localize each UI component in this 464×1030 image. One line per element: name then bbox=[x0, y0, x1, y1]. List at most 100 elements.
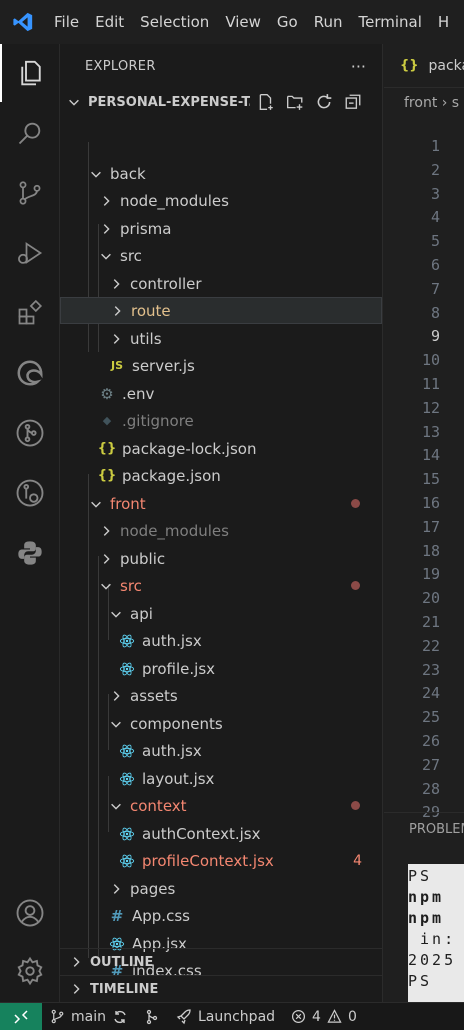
menu-terminal[interactable]: Terminal bbox=[351, 0, 430, 44]
json-file-icon: {} bbox=[97, 468, 117, 483]
tree-item-label: .gitignore bbox=[122, 411, 194, 430]
chevron-right-icon bbox=[98, 524, 114, 538]
collapse-all-icon[interactable] bbox=[341, 90, 365, 114]
activity-bar bbox=[0, 44, 60, 1002]
chevron-right-icon bbox=[68, 982, 84, 996]
chevron-down-icon bbox=[108, 799, 124, 813]
folder-item-back[interactable]: back bbox=[60, 160, 382, 187]
outline-label: OUTLINE bbox=[90, 954, 154, 970]
react-file-icon bbox=[118, 826, 136, 842]
line-number: 10 bbox=[421, 351, 440, 370]
git-graph-icon[interactable] bbox=[0, 404, 60, 462]
explorer-icon[interactable] bbox=[0, 44, 60, 102]
menu-go[interactable]: Go bbox=[269, 0, 306, 44]
folder-item-components[interactable]: components bbox=[60, 710, 382, 737]
terminal-line: PS bbox=[408, 972, 445, 990]
folder-item-utils[interactable]: utils bbox=[60, 325, 382, 352]
folder-item-node-modules[interactable]: node_modules bbox=[60, 517, 382, 544]
line-number: 6 bbox=[430, 256, 440, 274]
problem-count-badge: 4 bbox=[353, 852, 362, 869]
remote-indicator[interactable] bbox=[0, 1002, 42, 1030]
tree-item-label: pages bbox=[130, 879, 176, 898]
chevron-down-icon bbox=[66, 95, 82, 109]
more-actions-icon[interactable]: ··· bbox=[351, 57, 366, 76]
extensions-icon[interactable] bbox=[0, 284, 60, 342]
file-item-layout-jsx[interactable]: layout.jsx bbox=[60, 765, 382, 792]
branch-icon bbox=[51, 1009, 64, 1024]
file-item-auth-jsx[interactable]: auth.jsx bbox=[60, 737, 382, 764]
file-item-authcontext-jsx[interactable]: authContext.jsx bbox=[60, 820, 382, 847]
new-folder-icon[interactable] bbox=[283, 90, 307, 114]
tree-item-label: server.js bbox=[132, 356, 195, 375]
modified-dot-icon bbox=[351, 499, 360, 508]
refresh-icon[interactable] bbox=[312, 90, 336, 114]
file-item-server-js[interactable]: JS server.js bbox=[60, 352, 382, 379]
file-item-package-lock-json[interactable]: {} package-lock.json bbox=[60, 435, 382, 462]
folder-item-context[interactable]: context bbox=[60, 792, 382, 819]
chevron-right-icon bbox=[108, 689, 124, 703]
launchpad-button[interactable]: Launchpad bbox=[168, 1009, 283, 1025]
breadcrumb[interactable]: front › s bbox=[384, 88, 464, 118]
terminal-output[interactable]: PS npm npm in: 2025 PS bbox=[408, 864, 464, 1002]
python-icon[interactable] bbox=[0, 524, 60, 582]
workspace-root[interactable]: PERSONAL-EXPENSE-T... bbox=[60, 88, 382, 116]
new-file-icon[interactable] bbox=[254, 90, 278, 114]
file-item-gitignore[interactable]: ◆ .gitignore bbox=[60, 407, 382, 434]
vscode-logo-icon[interactable] bbox=[0, 0, 46, 44]
folder-item-src[interactable]: src bbox=[60, 572, 382, 599]
source-control-icon[interactable] bbox=[0, 164, 60, 222]
file-item-auth-jsx[interactable]: auth.jsx bbox=[60, 627, 382, 654]
file-item-app-css[interactable]: # App.css bbox=[60, 902, 382, 929]
folder-item-api[interactable]: api bbox=[60, 600, 382, 627]
folder-item-controller[interactable]: controller bbox=[60, 270, 382, 297]
problems-indicator[interactable]: 4 0 bbox=[283, 1009, 365, 1025]
folder-item-public[interactable]: public bbox=[60, 545, 382, 572]
chevron-down-icon bbox=[88, 167, 104, 181]
problems-tab[interactable]: PROBLEM bbox=[409, 822, 464, 837]
react-file-icon bbox=[118, 661, 136, 677]
menu-selection[interactable]: Selection bbox=[132, 0, 217, 44]
chevron-right-icon bbox=[98, 194, 114, 208]
error-count: 4 bbox=[312, 1008, 321, 1025]
react-file-icon bbox=[118, 853, 136, 869]
folder-item-front[interactable]: front bbox=[60, 490, 382, 517]
settings-icon[interactable] bbox=[0, 942, 60, 1000]
git-graph-status[interactable] bbox=[136, 1009, 168, 1025]
menu-edit[interactable]: Edit bbox=[87, 0, 132, 44]
line-number: 22 bbox=[421, 636, 440, 655]
css-file-icon: # bbox=[110, 906, 124, 925]
menu-help[interactable]: H bbox=[430, 0, 457, 44]
chevron-right-icon bbox=[108, 882, 124, 896]
editor-tab[interactable]: {} packa bbox=[384, 44, 464, 88]
run-debug-icon[interactable] bbox=[0, 224, 60, 282]
folder-item-assets[interactable]: assets bbox=[60, 682, 382, 709]
git-graph-status-icon bbox=[146, 1009, 158, 1024]
sync-icon[interactable] bbox=[112, 1009, 128, 1025]
file-item-profilecontext-jsx[interactable]: profileContext.jsx 4 bbox=[60, 847, 382, 874]
folder-item-pages[interactable]: pages bbox=[60, 875, 382, 902]
line-number: 18 bbox=[421, 541, 440, 560]
timeline-section[interactable]: TIMELINE bbox=[60, 975, 382, 1002]
folder-item-route[interactable]: route bbox=[60, 297, 382, 324]
branch-indicator[interactable]: main bbox=[42, 1009, 136, 1025]
folder-item-node-modules[interactable]: node_modules bbox=[60, 187, 382, 214]
menu-file[interactable]: File bbox=[46, 0, 87, 44]
tree-item-label: layout.jsx bbox=[142, 769, 215, 788]
folder-item-prisma[interactable]: prisma bbox=[60, 215, 382, 242]
menu-view[interactable]: View bbox=[217, 0, 269, 44]
account-icon[interactable] bbox=[0, 884, 60, 942]
edge-icon[interactable] bbox=[0, 344, 60, 402]
tree-item-label: .env bbox=[122, 384, 155, 403]
file-item-package-json[interactable]: {} package.json bbox=[60, 462, 382, 489]
menu-run[interactable]: Run bbox=[306, 0, 351, 44]
folder-item-src[interactable]: src bbox=[60, 242, 382, 269]
chevron-down-icon bbox=[98, 249, 114, 263]
search-icon[interactable] bbox=[0, 104, 60, 162]
panel-divider[interactable] bbox=[384, 812, 464, 813]
file-item-profile-jsx[interactable]: profile.jsx bbox=[60, 655, 382, 682]
file-item-env[interactable]: ⚙ .env bbox=[60, 380, 382, 407]
outline-section[interactable]: OUTLINE bbox=[60, 948, 382, 975]
terminal-line: 2025 bbox=[408, 951, 457, 969]
remote-explorer-icon[interactable] bbox=[0, 464, 60, 522]
line-number: 27 bbox=[421, 755, 440, 774]
